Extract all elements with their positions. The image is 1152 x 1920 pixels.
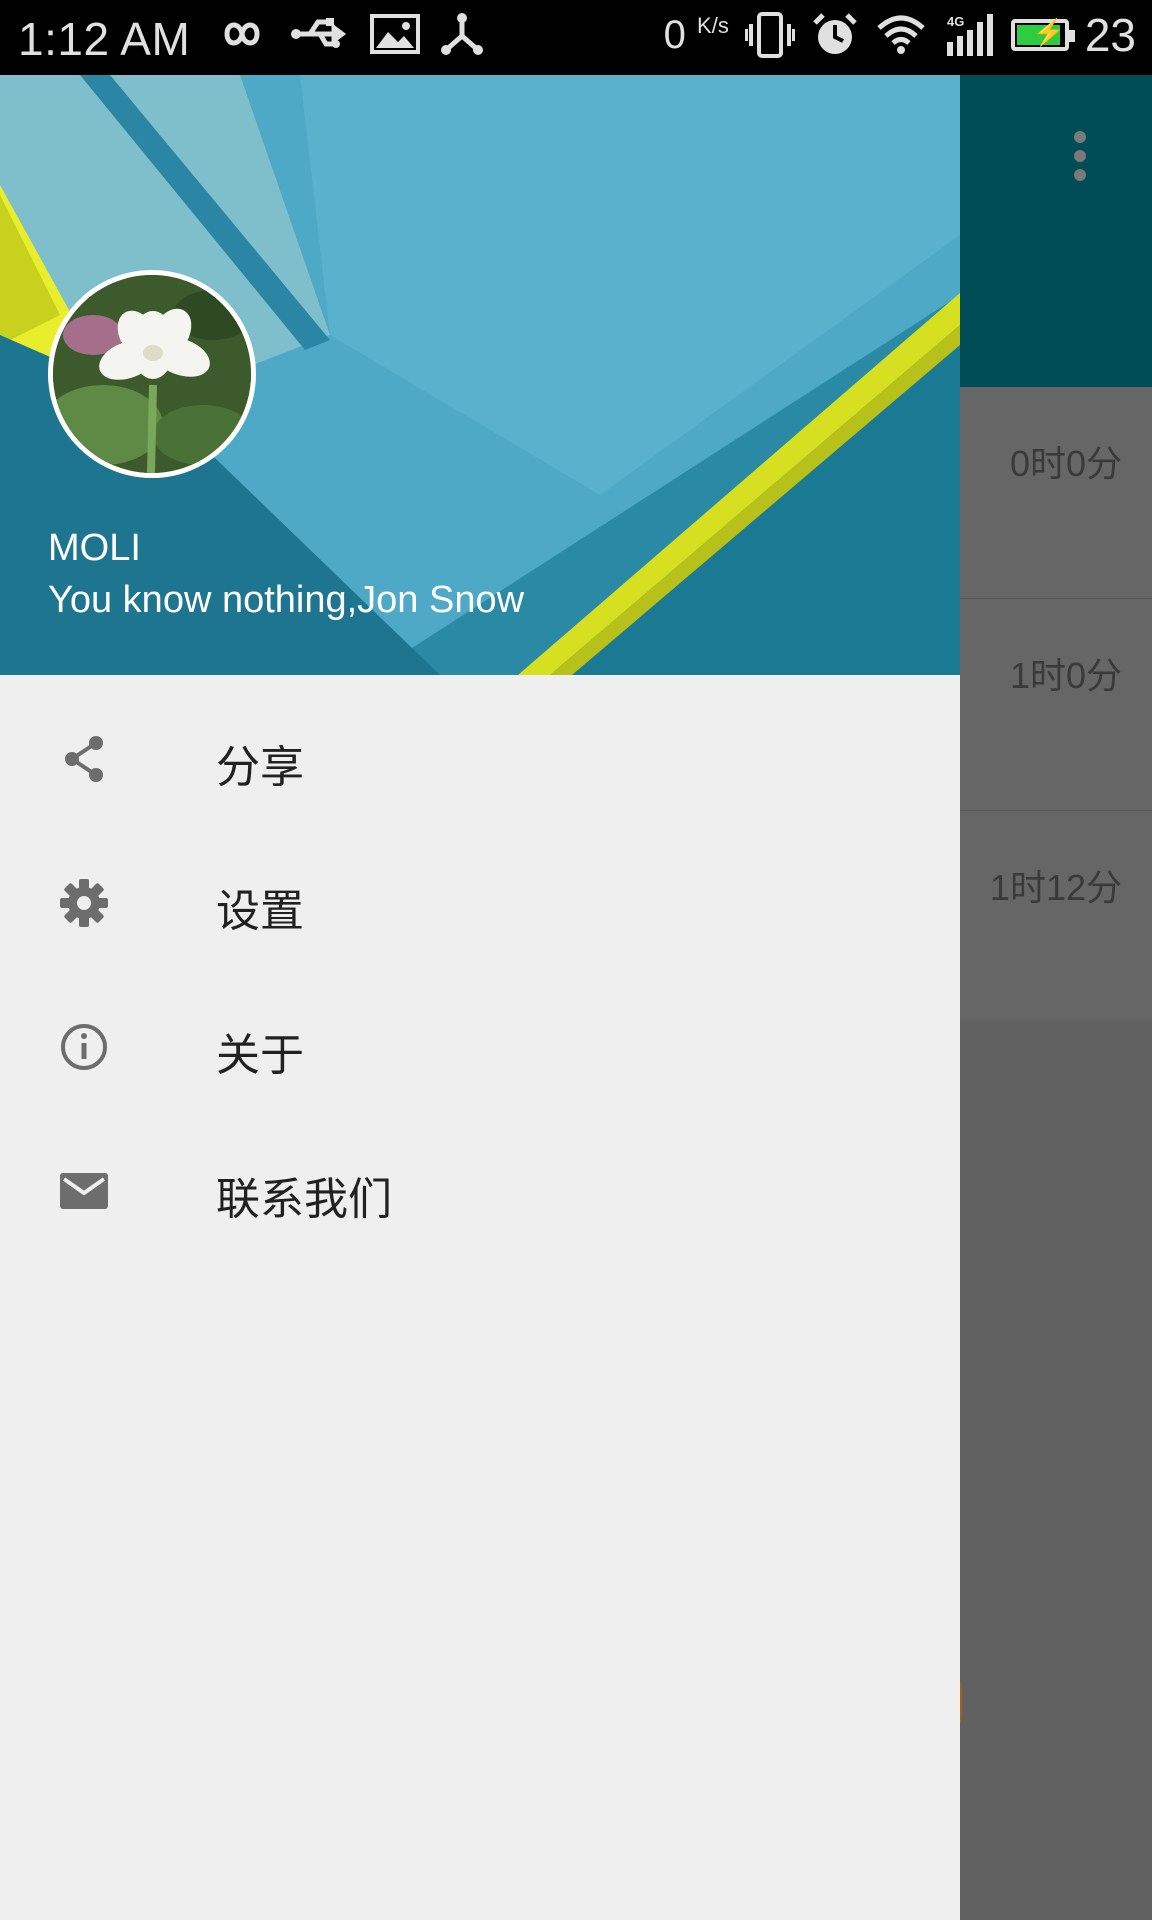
vibrate-icon xyxy=(744,12,795,58)
share-icon xyxy=(65,736,103,782)
settings-icon xyxy=(60,879,108,927)
menu-item-label: 分享 xyxy=(216,742,304,793)
user-name: MOLI xyxy=(48,527,141,569)
menu-item-contact[interactable]: 联系我们 xyxy=(0,1117,960,1261)
status-time: 1:12 AM xyxy=(18,13,191,65)
info-icon xyxy=(61,1024,107,1070)
net-speed: 0 K/s xyxy=(663,12,729,57)
duration-label: 1时12分 xyxy=(989,867,1122,908)
menu-item-share[interactable]: 分享 xyxy=(0,685,960,829)
menu-item-label: 联系我们 xyxy=(216,1174,392,1225)
battery-level: 23 xyxy=(1084,9,1136,61)
menu-item-about[interactable]: 关于 xyxy=(0,973,960,1117)
image-icon xyxy=(370,14,420,54)
user-motto: You know nothing,Jon Snow xyxy=(48,579,525,621)
notification-icons xyxy=(212,12,486,56)
alarm-icon xyxy=(813,13,857,54)
svg-text:4G: 4G xyxy=(947,14,964,29)
battery-charging-icon: ⚡ xyxy=(1010,17,1075,51)
usb-icon xyxy=(291,18,347,48)
menu-item-label: 关于 xyxy=(216,1030,304,1081)
mail-icon xyxy=(60,1173,108,1209)
overflow-menu-icon[interactable] xyxy=(1062,131,1098,201)
status-bar: 1:12 AM 0 K/s 4G ⚡ 23 xyxy=(0,0,1152,75)
wifi-icon xyxy=(877,15,925,54)
flower-photo xyxy=(53,275,251,473)
infinity-icon xyxy=(224,22,260,46)
system-icons: 0 K/s 4G ⚡ 23 xyxy=(664,8,1136,62)
signal-4g-icon: 4G xyxy=(946,14,993,56)
drawer-menu: 分享 设置 关于 联系我们 xyxy=(0,675,960,1261)
menu-item-settings[interactable]: 设置 xyxy=(0,829,960,973)
duration-label: 0时0分 xyxy=(1009,443,1122,484)
duration-label: 1时0分 xyxy=(1009,655,1122,696)
avatar[interactable] xyxy=(48,270,256,478)
navigation-drawer: MOLI You know nothing,Jon Snow 分享 设置 关于 … xyxy=(0,75,960,1920)
share-hub-icon xyxy=(441,13,483,55)
drawer-header: MOLI You know nothing,Jon Snow xyxy=(0,75,960,675)
menu-item-label: 设置 xyxy=(216,886,304,937)
